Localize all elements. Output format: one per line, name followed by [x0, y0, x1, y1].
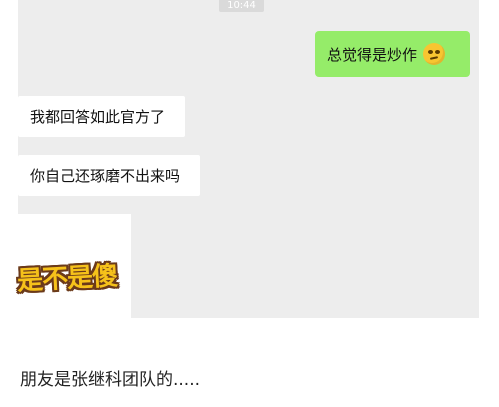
message-bubble-other[interactable]: 我都回答如此官方了	[18, 96, 185, 137]
caption-text: 朋友是张继科团队的.....	[20, 370, 201, 390]
sticker-text: 是不是傻	[16, 261, 118, 297]
message-text: 总觉得是炒作	[327, 45, 418, 64]
message-bubble-other[interactable]: 你自己还琢磨不出来吗	[18, 155, 200, 196]
message-text: 你自己还琢磨不出来吗	[30, 167, 181, 185]
message-text: 我都回答如此官方了	[30, 108, 166, 126]
message-bubble-self[interactable]: 总觉得是炒作	[315, 31, 470, 77]
thinking-face-icon	[423, 43, 446, 65]
timestamp: 10:44	[219, 0, 264, 12]
